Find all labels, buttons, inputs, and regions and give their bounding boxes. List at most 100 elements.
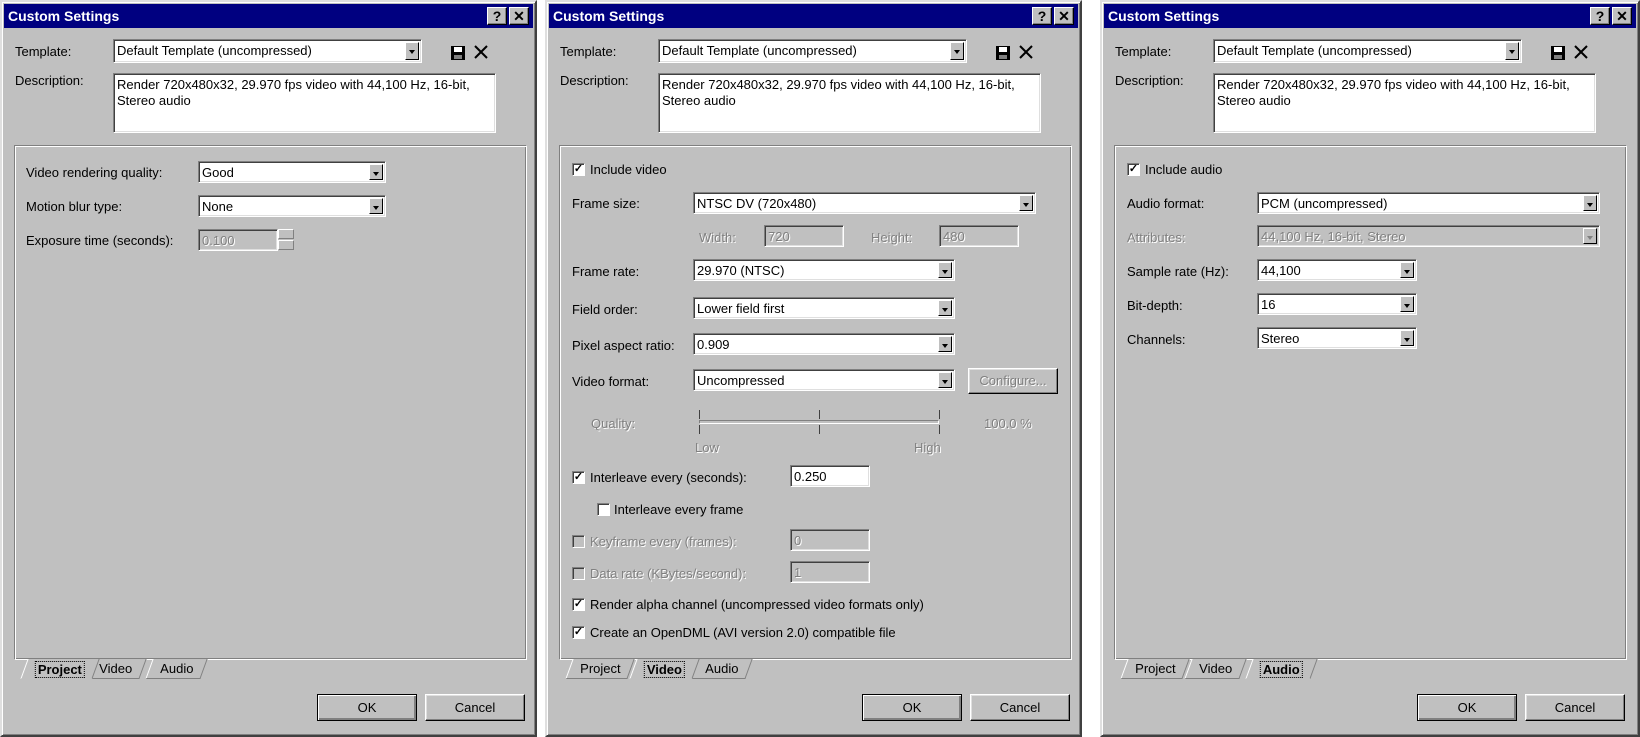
attributes-dropdown[interactable]: 44,100 Hz, 16-bit, Stereo (1257, 225, 1600, 247)
template-dropdown[interactable]: Default Template (uncompressed) (658, 39, 967, 63)
cancel-button[interactable]: Cancel (425, 694, 525, 721)
template-value: Default Template (uncompressed) (1217, 43, 1412, 58)
help-button[interactable]: ? (487, 7, 507, 25)
template-dropdown[interactable]: Default Template (uncompressed) (113, 39, 422, 63)
close-button[interactable]: ✕ (509, 7, 529, 25)
spin-up-icon[interactable] (278, 229, 294, 239)
interleave-frame-label: Interleave every frame (614, 502, 744, 517)
save-template-icon[interactable] (450, 45, 466, 61)
video-quality-dropdown[interactable]: Good (198, 161, 386, 183)
height-field[interactable]: 480 (939, 225, 1019, 247)
chevron-down-icon[interactable] (938, 336, 952, 352)
custom-settings-dialog-audio: Custom Settings ? ✕ Template: Default Te… (1100, 0, 1640, 737)
video-format-value: Uncompressed (697, 373, 785, 388)
include-video-checkbox[interactable]: ✓ (572, 163, 585, 176)
height-value: 480 (943, 229, 965, 244)
help-button[interactable]: ? (1032, 7, 1052, 25)
delete-template-icon[interactable] (1019, 45, 1033, 59)
include-audio-checkbox[interactable]: ✓ (1127, 163, 1140, 176)
interleave-frame-checkbox[interactable] (597, 503, 610, 516)
data-rate-checkbox[interactable] (572, 567, 585, 580)
ok-button[interactable]: OK (317, 694, 417, 721)
keyframe-checkbox[interactable] (572, 535, 585, 548)
interleave-value: 0.250 (794, 469, 827, 484)
chevron-down-icon[interactable] (1019, 195, 1033, 211)
bit-depth-dropdown[interactable]: 16 (1257, 293, 1417, 315)
keyframe-input[interactable]: 0 (790, 529, 870, 551)
channels-dropdown[interactable]: Stereo (1257, 327, 1417, 349)
attributes-label: Attributes: (1127, 230, 1186, 245)
audio-format-value: PCM (uncompressed) (1261, 196, 1388, 211)
interleave-input[interactable]: 0.250 (790, 465, 870, 487)
opendml-checkbox[interactable]: ✓ (572, 626, 585, 639)
tab-audio[interactable]: Audio (690, 659, 753, 679)
bit-depth-value: 16 (1261, 297, 1276, 312)
title-bar: Custom Settings ? ✕ (1104, 4, 1636, 28)
cancel-button[interactable]: Cancel (1525, 694, 1625, 721)
chevron-down-icon[interactable] (1400, 262, 1414, 278)
chevron-down-icon[interactable] (405, 42, 419, 60)
description-label: Description: (15, 73, 84, 88)
chevron-down-icon[interactable] (1400, 330, 1414, 346)
chevron-down-icon[interactable] (1505, 42, 1519, 60)
frame-size-dropdown[interactable]: NTSC DV (720x480) (693, 192, 1036, 214)
chevron-down-icon[interactable] (1400, 296, 1414, 312)
bit-depth-label: Bit-depth: (1127, 298, 1183, 313)
keyframe-value: 0 (794, 533, 802, 548)
description-field[interactable]: Render 720x480x32, 29.970 fps video with… (1213, 73, 1596, 133)
delete-template-icon[interactable] (474, 45, 488, 59)
sample-rate-value: 44,100 (1261, 263, 1301, 278)
sample-rate-dropdown[interactable]: 44,100 (1257, 259, 1417, 281)
close-button[interactable]: ✕ (1612, 7, 1632, 25)
tab-audio[interactable]: Audio (1245, 659, 1318, 679)
template-dropdown[interactable]: Default Template (uncompressed) (1213, 39, 1522, 63)
save-template-icon[interactable] (995, 45, 1011, 61)
tab-video[interactable]: Video (629, 659, 700, 679)
dialog-title: Custom Settings (8, 8, 120, 24)
ok-button[interactable]: OK (1417, 694, 1517, 721)
exposure-field[interactable]: 0.100 (198, 229, 278, 251)
exposure-spinner[interactable] (278, 229, 294, 251)
save-template-icon[interactable] (1550, 45, 1566, 61)
data-rate-input[interactable]: 1 (790, 561, 870, 583)
tab-audio[interactable]: Audio (145, 659, 208, 679)
quality-slider[interactable] (699, 420, 939, 424)
frame-rate-dropdown[interactable]: 29.970 (NTSC) (693, 259, 955, 281)
audio-format-dropdown[interactable]: PCM (uncompressed) (1257, 192, 1600, 214)
chevron-down-icon[interactable] (938, 300, 952, 316)
chevron-down-icon[interactable] (1583, 228, 1597, 244)
tab-project[interactable]: Project (20, 659, 100, 679)
cancel-button[interactable]: Cancel (970, 694, 1070, 721)
pixel-aspect-dropdown[interactable]: 0.909 (693, 333, 955, 355)
chevron-down-icon[interactable] (938, 262, 952, 278)
render-alpha-checkbox[interactable]: ✓ (572, 598, 585, 611)
chevron-down-icon[interactable] (369, 198, 383, 214)
tab-video[interactable]: Video (1184, 659, 1247, 679)
description-text: Render 720x480x32, 29.970 fps video with… (1217, 77, 1570, 108)
description-field[interactable]: Render 720x480x32, 29.970 fps video with… (113, 73, 496, 133)
delete-template-icon[interactable] (1574, 45, 1588, 59)
help-button[interactable]: ? (1590, 7, 1610, 25)
slider-tick (699, 425, 700, 434)
description-field[interactable]: Render 720x480x32, 29.970 fps video with… (658, 73, 1041, 133)
chevron-down-icon[interactable] (1583, 195, 1597, 211)
width-field[interactable]: 720 (764, 225, 844, 247)
interleave-checkbox[interactable]: ✓ (572, 471, 585, 484)
field-order-dropdown[interactable]: Lower field first (693, 297, 955, 319)
chevron-down-icon[interactable] (938, 372, 952, 388)
template-value: Default Template (uncompressed) (117, 43, 312, 58)
video-quality-value: Good (202, 165, 234, 180)
frame-size-value: NTSC DV (720x480) (697, 196, 817, 211)
tab-project[interactable]: Project (565, 659, 636, 679)
motion-blur-dropdown[interactable]: None (198, 195, 386, 217)
configure-button[interactable]: Configure... (968, 368, 1058, 394)
ok-button[interactable]: OK (862, 694, 962, 721)
video-format-dropdown[interactable]: Uncompressed (693, 369, 955, 391)
spin-down-icon[interactable] (278, 240, 294, 250)
tab-project[interactable]: Project (1120, 659, 1191, 679)
template-label: Template: (1115, 44, 1172, 59)
frame-size-label: Frame size: (572, 196, 640, 211)
close-button[interactable]: ✕ (1054, 7, 1074, 25)
chevron-down-icon[interactable] (369, 164, 383, 180)
chevron-down-icon[interactable] (950, 42, 964, 60)
